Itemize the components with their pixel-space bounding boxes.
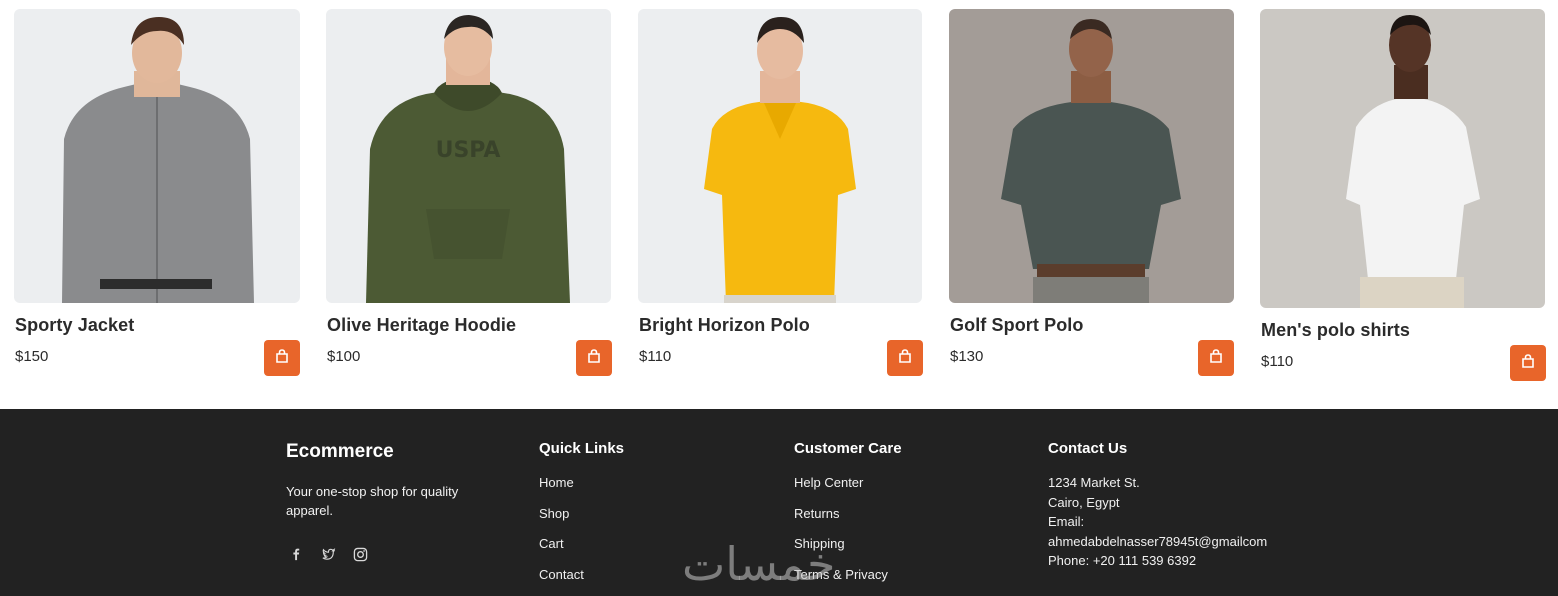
product-title[interactable]: Bright Horizon Polo (639, 315, 810, 336)
svg-text:USPA: USPA (436, 138, 501, 163)
product-image[interactable] (14, 9, 300, 303)
product-price: $110 (1261, 353, 1294, 370)
contact-heading: Contact Us (1048, 440, 1128, 457)
product-card[interactable]: Men's polo shirts $110 (1260, 9, 1546, 384)
product-image[interactable] (949, 9, 1234, 303)
product-grid: Sporty Jacket $150 USPA Olive Heritage H… (0, 0, 1558, 409)
contact-phone[interactable]: Phone: +20 111 539 6392 (1048, 553, 1267, 573)
quick-links-heading: Quick Links (539, 440, 625, 457)
shopping-bag-icon (1208, 348, 1224, 369)
watermark: خمسات (682, 537, 836, 591)
footer-brand-column: Ecommerce Your one-stop shop for quality… (286, 409, 516, 596)
customer-care-heading: Customer Care (794, 440, 902, 457)
shopping-bag-icon (586, 348, 602, 369)
product-price: $150 (15, 348, 49, 365)
shopping-bag-icon (897, 348, 913, 369)
add-to-cart-button[interactable] (1198, 340, 1234, 376)
footer-link-returns[interactable]: Returns (794, 506, 888, 537)
contact-email-label: Email: (1048, 514, 1085, 529)
product-price: $100 (327, 348, 361, 365)
shopping-bag-icon (274, 348, 290, 369)
footer-link-cart[interactable]: Cart (539, 536, 584, 567)
footer-link-home[interactable]: Home (539, 475, 584, 506)
product-title[interactable]: Men's polo shirts (1261, 320, 1410, 341)
facebook-icon[interactable] (288, 546, 304, 562)
product-card[interactable]: USPA Olive Heritage Hoodie $100 (326, 9, 612, 379)
product-card[interactable]: Sporty Jacket $150 (14, 9, 300, 379)
add-to-cart-button[interactable] (264, 340, 300, 376)
footer-link-contact[interactable]: Contact (539, 567, 584, 596)
site-footer: Ecommerce Your one-stop shop for quality… (0, 409, 1558, 596)
contact-address-street: 1234 Market St. (1048, 475, 1140, 490)
contact-details: 1234 Market St. Cairo, Egypt Email: ahme… (1048, 475, 1267, 573)
add-to-cart-button[interactable] (576, 340, 612, 376)
footer-link-shop[interactable]: Shop (539, 506, 584, 537)
footer-brand[interactable]: Ecommerce (286, 441, 394, 463)
social-links (288, 546, 368, 562)
product-card[interactable]: Golf Sport Polo $130 (949, 9, 1234, 379)
product-image[interactable] (1260, 9, 1545, 308)
footer-contact: Contact Us 1234 Market St. Cairo, Egypt … (1048, 409, 1338, 596)
instagram-icon[interactable] (352, 546, 368, 562)
footer-link-help-center[interactable]: Help Center (794, 475, 888, 506)
product-image[interactable] (638, 9, 922, 303)
contact-address-city: Cairo, Egypt (1048, 494, 1120, 510)
shopping-bag-icon (1520, 353, 1536, 374)
product-price: $130 (950, 348, 984, 365)
product-title[interactable]: Golf Sport Polo (950, 315, 1084, 336)
quick-links-list: Home Shop Cart Contact (539, 475, 584, 596)
add-to-cart-button[interactable] (887, 340, 923, 376)
product-title[interactable]: Olive Heritage Hoodie (327, 315, 516, 336)
product-image[interactable]: USPA (326, 9, 611, 303)
add-to-cart-button[interactable] (1510, 345, 1546, 381)
twitter-icon[interactable] (320, 546, 336, 562)
footer-tagline: Your one-stop shop for quality apparel. (286, 484, 459, 518)
contact-email[interactable]: ahmedabdelnasser78945t@gmailcom (1048, 534, 1267, 554)
product-card[interactable]: Bright Horizon Polo $110 (638, 9, 923, 379)
product-price: $110 (639, 348, 672, 365)
product-title[interactable]: Sporty Jacket (15, 315, 134, 336)
